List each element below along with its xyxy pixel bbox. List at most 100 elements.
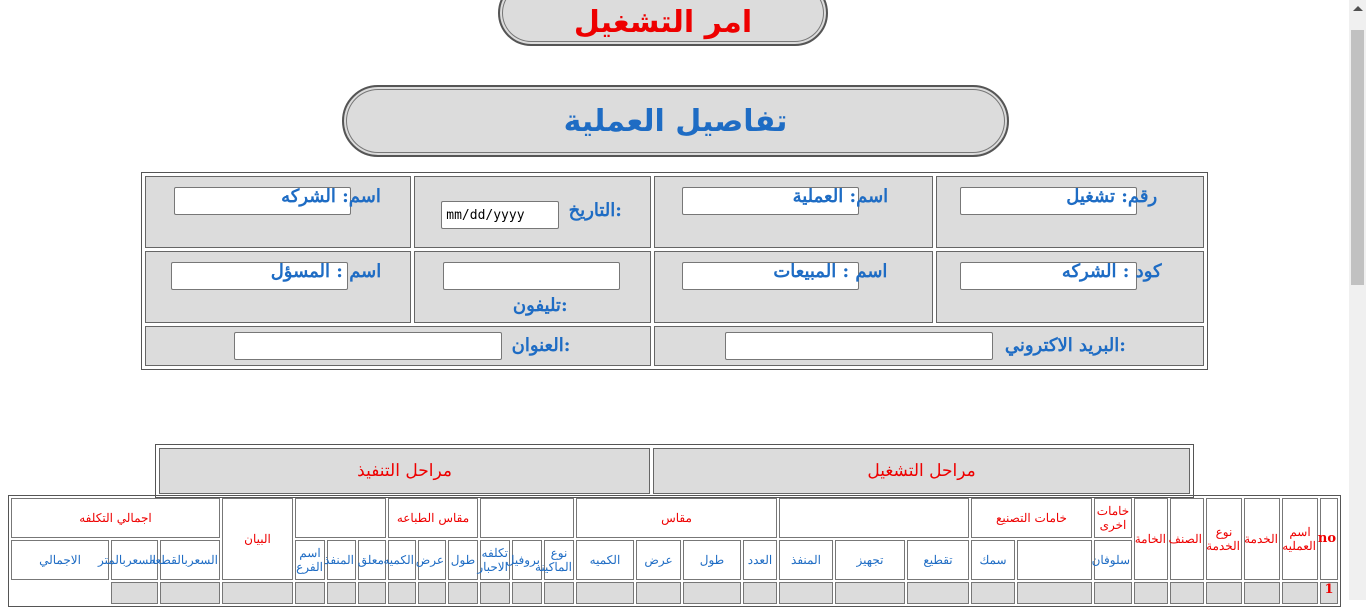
execution-stages: مراحل التنفيذ — [159, 448, 651, 494]
date-input[interactable] — [441, 201, 560, 229]
row-cell[interactable] — [778, 582, 833, 604]
col-executor: المنفذ — [778, 540, 833, 580]
row-cell[interactable] — [682, 582, 741, 604]
row-cell[interactable] — [159, 582, 220, 604]
row-cell[interactable] — [1282, 582, 1318, 604]
col-empty-1 — [1017, 540, 1092, 580]
address-input[interactable] — [234, 332, 502, 360]
details-title: تفاصيل العملية — [342, 85, 1009, 157]
vertical-scrollbar[interactable] — [1349, 0, 1366, 600]
col-price-piece: السعربالقطعه — [149, 540, 220, 580]
details-title-text: تفاصيل العملية — [563, 103, 788, 139]
col-service: الخدمة — [1244, 498, 1280, 580]
company-name-cell: اسم: الشركه — [145, 176, 412, 248]
op-name-cell: اسم: العملية — [654, 176, 933, 248]
col-cellophane: سلوفان — [1092, 540, 1132, 580]
row-cell[interactable] — [1017, 582, 1092, 604]
table-row: 1 — [11, 582, 1338, 604]
col-total-cost: اجمالي التكلفه — [11, 498, 220, 538]
row-cell[interactable] — [417, 582, 446, 604]
row-cell[interactable] — [575, 582, 634, 604]
col-thickness: سمك — [970, 540, 1015, 580]
col-branch-name: اسم الفرع — [294, 540, 325, 580]
col-ink-cost: تكلفه الاحبار — [477, 540, 510, 580]
page-title-text: امر التشغيل — [573, 4, 753, 40]
phone-label: تليفون: — [512, 295, 568, 316]
col-cutting: تقطيع — [906, 540, 969, 580]
col-material: الخامة — [1134, 498, 1168, 580]
company-name-label: اسم: الشركه — [281, 186, 381, 207]
email-cell: البريد الاكتروني: — [654, 326, 1204, 366]
row-cell[interactable] — [1134, 582, 1168, 604]
row-cell[interactable] — [511, 582, 542, 604]
row-cell[interactable] — [221, 582, 293, 604]
row-cell[interactable] — [447, 582, 478, 604]
col-print-measure: مقاس الطباعه — [387, 498, 478, 538]
row-cell[interactable] — [110, 582, 158, 604]
operation-stages: مراحل التشغيل — [653, 448, 1190, 494]
responsible-name-label: اسم : المسؤل — [270, 261, 382, 282]
col-group-empty-b — [479, 498, 574, 538]
row-number: 1 — [1320, 582, 1338, 604]
col-other-materials: خامات اخرى — [1094, 498, 1132, 538]
stages-table: مراحل التنفيذ مراحل التشغيل — [155, 444, 1194, 498]
col-group-empty-c — [294, 498, 386, 538]
col-op-name: اسم العمليه — [1282, 498, 1318, 580]
col-service-type: نوع الخدمة — [1206, 498, 1242, 580]
col-price-meter: السعربالمتر — [98, 540, 158, 580]
address-label: العنوان: — [511, 335, 571, 356]
col-profile: بروفيل — [506, 540, 542, 580]
responsible-cell: اسم : المسؤل — [145, 251, 412, 323]
phone-cell: تليفون: — [414, 251, 652, 323]
row-cell[interactable] — [834, 582, 905, 604]
operation-grid: no اسم العمليه الخدمة نوع الخدمة الصنف ا… — [8, 495, 1341, 607]
row-cell[interactable] — [1170, 582, 1204, 604]
sales-name-label: اسم : المبيعات — [773, 261, 888, 282]
col-statement: البيان — [221, 498, 293, 580]
col-qty: الكميه — [575, 540, 634, 580]
row-cell[interactable] — [357, 582, 386, 604]
sales-name-cell: اسم : المبيعات — [654, 251, 933, 323]
row-cell[interactable] — [479, 582, 510, 604]
col-length: طول — [682, 540, 741, 580]
row-cell[interactable] — [970, 582, 1015, 604]
row-cell[interactable] — [1244, 582, 1280, 604]
scroll-up-arrow-icon[interactable] — [1353, 6, 1363, 11]
row-cell[interactable] — [326, 582, 356, 604]
operation-info-table: اسم: الشركه التاريخ: اسم: العملية رقم: ت… — [141, 172, 1208, 370]
col-width: عرض — [635, 540, 681, 580]
row-cell[interactable] — [1094, 582, 1132, 604]
col-count: العدد — [742, 540, 777, 580]
col-total: الاجمالي — [11, 540, 109, 580]
row-cell[interactable] — [1206, 582, 1242, 604]
email-label: البريد الاكتروني: — [1004, 335, 1126, 356]
company-code-label: كود : الشركه — [1061, 261, 1162, 282]
company-code-cell: كود : الشركه — [935, 251, 1204, 323]
col-prep: تجهيز — [834, 540, 905, 580]
col-p-qty: الكميه — [383, 540, 416, 580]
row-cell[interactable] — [387, 582, 416, 604]
col-no: no — [1318, 498, 1338, 580]
row-cell[interactable] — [543, 582, 574, 604]
col-mfg-materials: خامات التصنيع — [970, 498, 1092, 538]
address-cell: العنوان: — [145, 326, 652, 366]
op-number-cell: رقم: تشغيل — [935, 176, 1204, 248]
col-p-executor: المنفذ — [324, 540, 356, 580]
row-cell[interactable] — [635, 582, 681, 604]
col-machine-type: نوع الماكينه — [535, 540, 574, 580]
row-cell[interactable] — [906, 582, 969, 604]
col-p-length: طول — [447, 540, 478, 580]
op-name-label: اسم: العملية — [792, 186, 889, 207]
col-measure: مقاس — [575, 498, 777, 538]
row-cell[interactable] — [742, 582, 777, 604]
col-p-width: عرض — [416, 540, 446, 580]
phone-input[interactable] — [443, 262, 621, 290]
email-input[interactable] — [725, 332, 994, 360]
page-title: امر التشغيل — [498, 0, 828, 46]
date-label: التاريخ: — [568, 200, 622, 221]
op-number-label: رقم: تشغيل — [1066, 186, 1158, 207]
col-category: الصنف — [1169, 498, 1204, 580]
row-cell[interactable] — [294, 582, 325, 604]
scroll-thumb[interactable] — [1351, 30, 1364, 285]
col-group-empty-a — [778, 498, 969, 538]
